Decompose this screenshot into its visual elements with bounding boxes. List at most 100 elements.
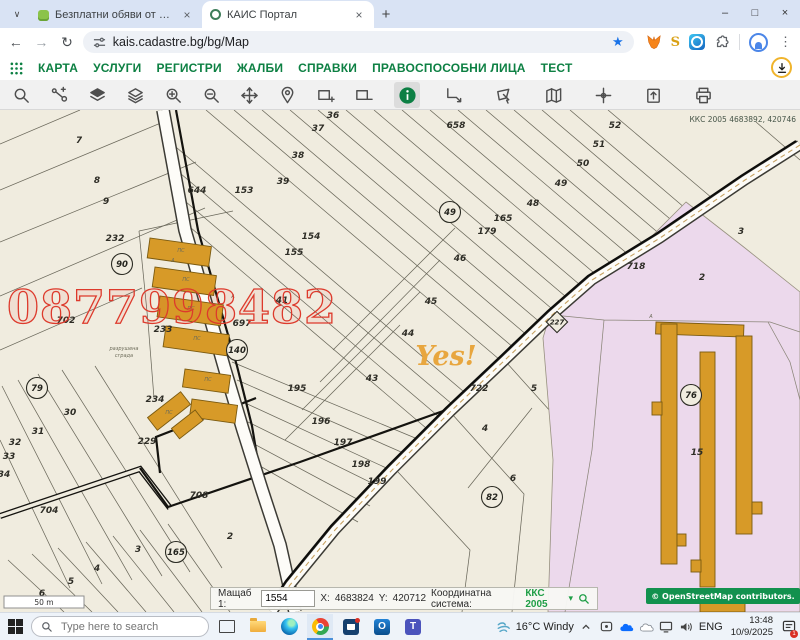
- osm-attribution-badge[interactable]: © OpenStreetMap contributors.: [646, 588, 800, 604]
- download-indicator[interactable]: [771, 57, 792, 78]
- cadastre-map-canvas[interactable]: 7990140491658276 227 7892323637383915415…: [0, 110, 800, 612]
- weather-text[interactable]: 16°C Windy: [516, 621, 574, 633]
- cloud-icon[interactable]: [639, 615, 654, 639]
- parcel-label: 3: [135, 545, 141, 555]
- taskbar-search-input[interactable]: [59, 620, 193, 634]
- network-icon[interactable]: [659, 615, 674, 639]
- tool-zoom-in[interactable]: [160, 82, 186, 108]
- tool-marker[interactable]: [274, 82, 300, 108]
- tool-select-features[interactable]: [46, 82, 72, 108]
- map-search-icon[interactable]: [578, 592, 590, 606]
- browser-tab-kais[interactable]: КАИС Портал ×: [202, 1, 374, 28]
- window-close-button[interactable]: ×: [770, 0, 800, 26]
- tab-close-icon[interactable]: ×: [180, 8, 194, 22]
- tool-measure-length[interactable]: [440, 82, 466, 108]
- parcel-label: 32: [9, 438, 22, 448]
- svg-text:50 m: 50 m: [34, 598, 53, 607]
- road-number-text: 90: [116, 260, 128, 270]
- start-button[interactable]: [4, 614, 26, 640]
- tool-zoom-window-out[interactable]: [350, 82, 376, 108]
- tool-info[interactable]: [394, 82, 420, 108]
- tool-search[interactable]: [8, 82, 34, 108]
- y-label: Y:: [379, 593, 388, 604]
- parcel-label: 2: [227, 532, 233, 542]
- parcel-label: 2: [699, 273, 705, 283]
- reload-button[interactable]: ↻: [57, 34, 77, 51]
- parcel-label: 5: [531, 384, 537, 394]
- menu-item-zhalbi[interactable]: ЖАЛБИ: [237, 61, 283, 75]
- volume-icon[interactable]: [679, 615, 694, 639]
- window-maximize-button[interactable]: □: [740, 0, 770, 26]
- language-indicator[interactable]: ENG: [699, 621, 723, 633]
- back-button[interactable]: ←: [6, 34, 26, 50]
- parcel-label: 38: [292, 151, 305, 161]
- store-app-icon[interactable]: [338, 614, 364, 640]
- forward-button[interactable]: →: [32, 34, 52, 50]
- blue-app-extension-icon[interactable]: [689, 34, 705, 50]
- tab-search-chevron-icon[interactable]: ∨: [6, 4, 28, 24]
- scale-label: Мащаб 1:: [218, 588, 256, 610]
- menu-item-karta[interactable]: КАРТА: [38, 61, 78, 75]
- tool-print[interactable]: [690, 82, 716, 108]
- onedrive-icon[interactable]: [619, 615, 634, 639]
- coin-extension-icon[interactable]: S: [671, 35, 680, 50]
- parcel-label: 4: [93, 564, 100, 574]
- crs-value[interactable]: ККС 2005: [525, 588, 563, 610]
- tool-zoom-window-in[interactable]: [312, 82, 338, 108]
- parcel-label: 229: [138, 437, 157, 447]
- menu-item-registri[interactable]: РЕГИСТРИ: [156, 61, 221, 75]
- weather-wind-icon[interactable]: [496, 620, 511, 634]
- browser-tab-pazarluk[interactable]: Безплатни обяви от Pazarluk.c ×: [30, 2, 202, 28]
- outlook-icon[interactable]: O: [369, 614, 395, 640]
- url-omnibox[interactable]: kais.cadastre.bg/bg/Map ★: [83, 31, 634, 53]
- tool-pan[interactable]: [236, 82, 262, 108]
- menu-item-uslugi[interactable]: УСЛУГИ: [93, 61, 141, 75]
- road-number-text: 79: [31, 384, 43, 394]
- tool-zoom-out[interactable]: [198, 82, 224, 108]
- task-view-button[interactable]: [214, 614, 240, 640]
- road-number-text: 49: [443, 208, 456, 218]
- site-settings-icon[interactable]: [93, 36, 106, 49]
- tab-close-icon[interactable]: ×: [352, 8, 366, 22]
- new-tab-button[interactable]: +: [374, 2, 398, 26]
- tool-layers[interactable]: [84, 82, 110, 108]
- apps-grid-icon[interactable]: [10, 62, 23, 75]
- window-minimize-button[interactable]: –: [710, 0, 740, 26]
- browser-menu-icon[interactable]: ⋮: [779, 34, 792, 50]
- metamask-extension-icon[interactable]: [646, 34, 662, 50]
- parcel-label: 708: [190, 491, 209, 501]
- tool-export[interactable]: [640, 82, 666, 108]
- file-explorer-icon[interactable]: [245, 614, 271, 640]
- scale-input[interactable]: [261, 590, 315, 607]
- extensions-puzzle-icon[interactable]: [714, 34, 730, 50]
- map-status-bar: Мащаб 1: X: 4683824 Y: 420712 Координатн…: [210, 587, 598, 610]
- notification-center-icon[interactable]: 1: [781, 615, 796, 639]
- kais-main-menu: КАРТА УСЛУГИ РЕГИСТРИ ЖАЛБИ СПРАВКИ ПРАВ…: [0, 56, 800, 80]
- tab-title: Безплатни обяви от Pazarluk.c: [55, 9, 174, 21]
- tool-map-sheets[interactable]: [540, 82, 566, 108]
- meet-now-icon[interactable]: [599, 615, 614, 639]
- bookmark-star-icon[interactable]: ★: [612, 34, 624, 50]
- building-mark: ПС: [193, 336, 201, 342]
- edge-icon[interactable]: [276, 614, 302, 640]
- map-viewport: 7990140491658276 227 7892323637383915415…: [0, 110, 800, 612]
- tool-layer-stack[interactable]: [122, 82, 148, 108]
- svg-text:© OpenStreetMap contributors.: © OpenStreetMap contributors.: [651, 592, 794, 601]
- tool-coordinates[interactable]: [590, 82, 616, 108]
- taskbar-search[interactable]: [31, 616, 209, 637]
- teams-icon[interactable]: T: [400, 614, 426, 640]
- tool-measure-area[interactable]: [490, 82, 516, 108]
- divider: [739, 34, 740, 50]
- parcel-label: 44: [401, 329, 415, 339]
- parcel-label: 658: [447, 121, 466, 131]
- menu-item-pravosposobni-litsa[interactable]: ПРАВОСПОСОБНИ ЛИЦА: [372, 61, 526, 75]
- chrome-icon[interactable]: [307, 614, 333, 640]
- parcel-label: 154: [302, 232, 321, 242]
- menu-item-test[interactable]: ТЕСТ: [541, 61, 573, 75]
- crs-dropdown-icon[interactable]: ▾: [568, 593, 573, 604]
- clock[interactable]: 13:48 10/9/2025: [731, 615, 773, 638]
- profile-avatar[interactable]: [749, 33, 768, 52]
- url-text[interactable]: kais.cadastre.bg/bg/Map: [113, 35, 605, 49]
- menu-item-spravki[interactable]: СПРАВКИ: [298, 61, 357, 75]
- hidden-icons-chevron[interactable]: [579, 615, 594, 639]
